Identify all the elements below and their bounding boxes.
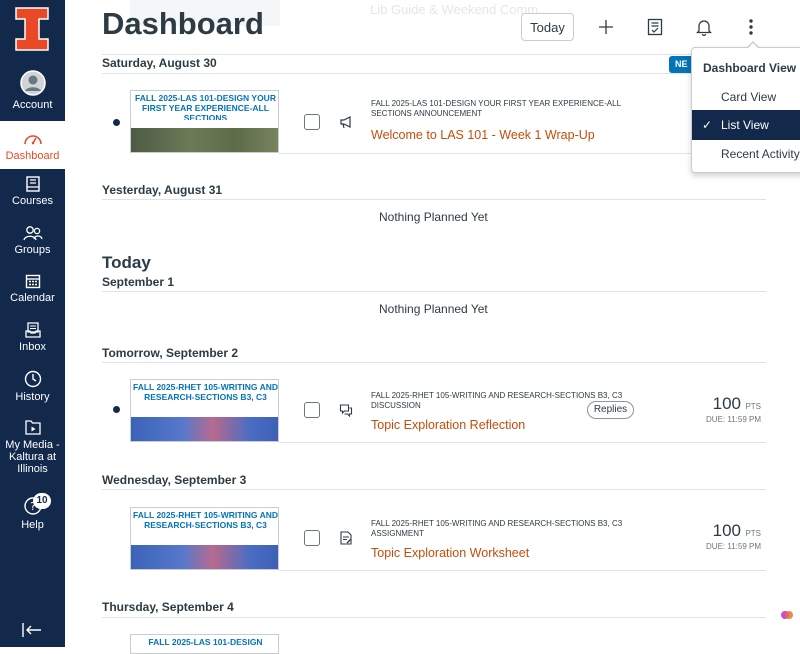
day-heading-wed: Wednesday, September 3 [102,473,247,487]
nav-groups-label: Groups [14,244,51,256]
assignment-icon [340,531,352,545]
menu-item-label: Recent Activity [721,147,800,161]
courses-icon [25,176,40,192]
new-item-indicator [113,406,120,413]
course-card-image [131,417,278,441]
nav-inbox[interactable]: Inbox [0,322,65,362]
course-card-image [131,128,278,152]
illinois-logo[interactable] [14,6,50,52]
due-time: DUE: 11:59 PM [706,415,761,424]
divider [102,362,766,363]
complete-checkbox[interactable] [304,530,320,546]
points: 100 PTS [690,521,761,541]
item-title-link[interactable]: Topic Exploration Worksheet [371,546,529,560]
help-badge: 10 [33,493,51,509]
check-icon: ✓ [702,118,713,132]
complete-checkbox[interactable] [304,402,320,418]
dashboard-icon [23,135,42,145]
day-heading-sat: Saturday, August 30 [102,56,217,70]
nav-history-label: History [15,391,50,403]
item-title-link[interactable]: Topic Exploration Reflection [371,418,525,432]
menu-item-card-view[interactable]: Card View [692,82,800,112]
groups-icon [22,226,43,241]
divider [102,54,766,55]
nav-inbox-label: Inbox [19,341,46,353]
points-unit: PTS [745,402,761,411]
course-card-title: FALL 2025-LAS 101-DESIGN YOUR FIRST YEAR… [135,93,276,120]
nothing-planned: Nothing Planned Yet [379,210,488,224]
calendar-icon [25,274,40,289]
day-heading-tomorrow: Tomorrow, September 2 [102,346,239,360]
global-nav: Account Dashboard Courses Groups Calenda… [0,0,65,647]
dashboard-view-menu: Dashboard View Card View ✓ List View Rece… [691,47,800,173]
nav-groups[interactable]: Groups [0,225,65,265]
course-card-las101[interactable]: FALL 2025-LAS 101-DESIGN YOUR FIRST YEAR… [130,90,279,153]
today-button[interactable]: Today [521,13,574,41]
collapse-nav-icon[interactable] [22,623,42,637]
divider [102,617,766,618]
discussion-icon [339,404,353,417]
course-card-rhet105[interactable]: FALL 2025-RHET 105-WRITING AND RESEARCH-… [130,379,279,442]
nav-help[interactable]: ? 10 Help [0,493,65,536]
divider [102,291,766,292]
points-unit: PTS [745,529,761,538]
item-title-link[interactable]: Welcome to LAS 101 - Week 1 Wrap-Up [371,128,595,142]
nav-calendar-label: Calendar [10,292,55,304]
nav-account[interactable]: Account [0,70,65,116]
course-card-title: FALL 2025-RHET 105-WRITING AND RESEARCH-… [133,382,278,402]
media-icon [24,420,41,435]
more-options-icon[interactable] [748,18,754,36]
account-icon [19,70,46,96]
page-title: Dashboard [102,6,264,41]
menu-heading: Dashboard View [703,61,797,75]
inbox-icon [24,322,41,338]
complete-checkbox[interactable] [304,114,320,130]
item-course-line: FALL 2025-LAS 101-DESIGN YOUR FIRST YEAR… [371,99,621,118]
menu-caret-fill [747,43,759,49]
points-value: 100 [712,521,741,540]
divider [279,442,766,443]
due-time: DUE: 11:59 PM [706,542,761,551]
new-item-indicator [113,119,120,126]
course-card-title: FALL 2025-RHET 105-WRITING AND RESEARCH-… [133,510,278,530]
divider [102,73,766,74]
course-card-rhet105[interactable]: FALL 2025-RHET 105-WRITING AND RESEARCH-… [130,507,279,570]
day-heading-thu: Thursday, September 4 [102,600,234,614]
today-date: September 1 [102,275,175,289]
nav-courses[interactable]: Courses [0,176,65,216]
nothing-planned: Nothing Planned Yet [379,302,488,316]
item-course-line: FALL 2025-RHET 105-WRITING AND RESEARCH-… [371,519,623,538]
announcement-icon [340,116,351,129]
points: 100 PTS [690,394,761,414]
nav-my-media[interactable]: My Media - Kaltura at Illinois [0,418,65,484]
grades-icon[interactable] [647,18,663,36]
menu-item-label: Card View [721,90,777,104]
divider [279,570,766,571]
divider [102,199,766,200]
course-card-las101[interactable]: FALL 2025-LAS 101-DESIGN [130,634,279,654]
menu-item-label: List View [721,118,769,132]
nav-history[interactable]: History [0,370,65,410]
add-icon[interactable] [598,19,614,35]
notifications-icon[interactable] [696,18,712,36]
nav-help-label: Help [21,519,44,531]
nav-dashboard-label: Dashboard [5,150,60,162]
course-card-title: FALL 2025-LAS 101-DESIGN [148,637,263,647]
history-icon [24,370,41,388]
nav-courses-label: Courses [12,195,53,207]
course-card-image [131,545,278,569]
nav-calendar[interactable]: Calendar [0,273,65,313]
points-value: 100 [712,394,741,413]
menu-item-list-view[interactable]: ✓ List View [692,110,800,140]
day-heading-today: Today [102,253,151,272]
replies-pill[interactable]: Replies [587,401,634,419]
divider [102,489,766,490]
nav-account-label: Account [12,99,53,111]
nav-my-media-label: My Media - Kaltura at Illinois [5,439,60,475]
nav-dashboard[interactable]: Dashboard [0,121,65,169]
menu-item-recent-activity[interactable]: Recent Activity [692,139,800,169]
day-heading-yesterday: Yesterday, August 31 [102,183,223,197]
ai-assistant-icon[interactable] [780,608,794,622]
